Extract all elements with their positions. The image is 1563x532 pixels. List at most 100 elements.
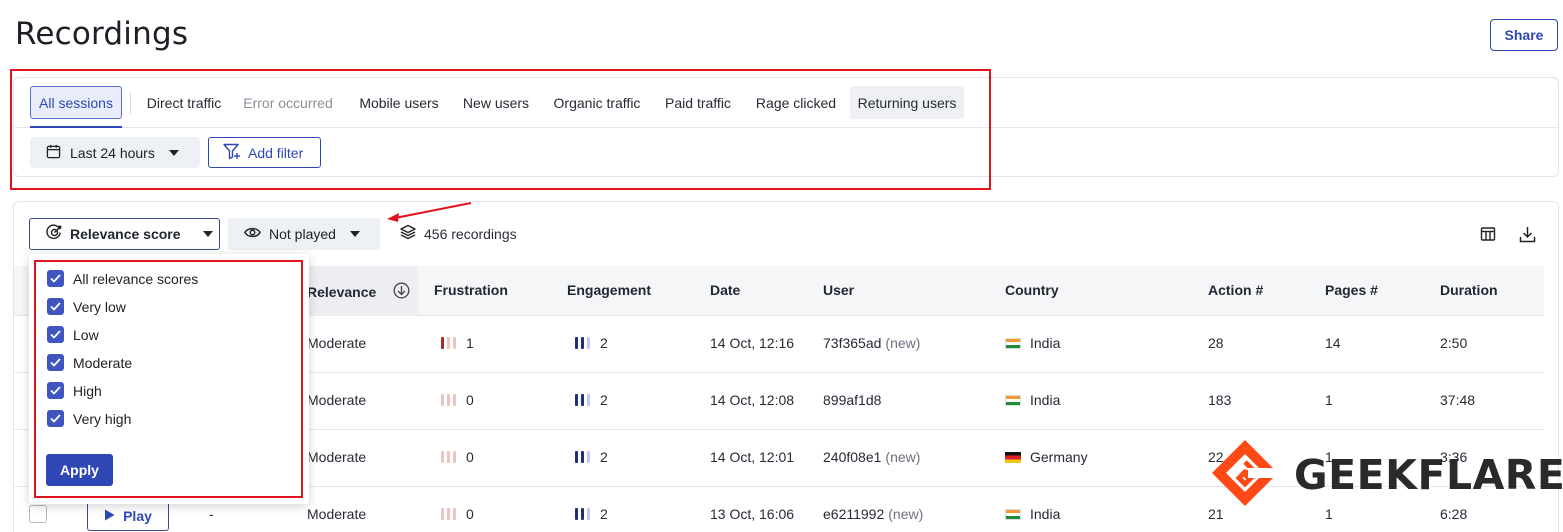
filter-panel: All sessions Direct traffic Error occurr… bbox=[13, 77, 1559, 177]
engagement-value: 2 bbox=[600, 392, 608, 408]
user-new-tag: (new) bbox=[885, 335, 921, 351]
tab-organic-traffic[interactable]: Organic traffic bbox=[546, 86, 648, 119]
cell-duration: 37:48 bbox=[1440, 392, 1476, 408]
relevance-score-label: Relevance score bbox=[70, 226, 181, 242]
download-icon[interactable] bbox=[1516, 223, 1538, 245]
cell-pages: 1 bbox=[1325, 506, 1333, 522]
caret-down-icon bbox=[168, 149, 179, 156]
germany-flag-icon bbox=[1005, 451, 1021, 463]
play-button[interactable]: Play bbox=[87, 500, 169, 531]
option-label: High bbox=[73, 382, 102, 399]
cell-date: 14 Oct, 12:16 bbox=[710, 335, 795, 351]
cell-date: 14 Oct, 12:08 bbox=[710, 392, 795, 408]
country-name: Germany bbox=[1030, 449, 1088, 465]
engagement-value: 2 bbox=[600, 449, 608, 465]
column-relevance-label: Relevance bbox=[307, 284, 377, 300]
frustration-bars-icon bbox=[441, 337, 456, 349]
option-high[interactable]: High bbox=[47, 382, 102, 399]
option-low[interactable]: Low bbox=[47, 326, 99, 343]
cell-engagement: 2 bbox=[575, 392, 608, 408]
column-user[interactable]: User bbox=[823, 282, 854, 298]
checkbox-checked-icon[interactable] bbox=[47, 298, 64, 315]
tab-returning-users[interactable]: Returning users bbox=[850, 86, 964, 119]
column-relevance[interactable]: Relevance bbox=[307, 282, 410, 302]
columns-icon[interactable] bbox=[1477, 223, 1499, 245]
option-label: Moderate bbox=[73, 354, 133, 371]
column-pages[interactable]: Pages # bbox=[1325, 282, 1378, 298]
india-flag-icon bbox=[1005, 337, 1021, 349]
tab-paid-traffic[interactable]: Paid traffic bbox=[658, 86, 738, 119]
cell-duration: 6:28 bbox=[1440, 506, 1468, 522]
checkbox-checked-icon[interactable] bbox=[47, 382, 64, 399]
option-all-relevance-scores[interactable]: All relevance scores bbox=[47, 270, 198, 287]
recordings-count-label: 456 recordings bbox=[424, 225, 517, 242]
option-moderate[interactable]: Moderate bbox=[47, 354, 132, 371]
tab-direct-traffic[interactable]: Direct traffic bbox=[140, 86, 228, 119]
column-date[interactable]: Date bbox=[710, 282, 740, 298]
cell-actions: 22 bbox=[1208, 449, 1224, 465]
cell-pages: 1 bbox=[1325, 392, 1333, 408]
column-duration[interactable]: Duration bbox=[1440, 282, 1498, 298]
cell-pages: 14 bbox=[1325, 335, 1341, 351]
column-actions[interactable]: Action # bbox=[1208, 282, 1263, 298]
cell-pages: 1 bbox=[1325, 449, 1333, 465]
checkbox-checked-icon[interactable] bbox=[47, 354, 64, 371]
tab-rage-clicked[interactable]: Rage clicked bbox=[748, 86, 844, 119]
cell-user[interactable]: 240f08e1 (new) bbox=[823, 449, 920, 465]
tab-mobile-users[interactable]: Mobile users bbox=[352, 86, 446, 119]
option-label: Low bbox=[73, 326, 99, 343]
sort-down-icon[interactable] bbox=[393, 282, 410, 302]
cell-frustration: 0 bbox=[441, 449, 474, 465]
page-title: Recordings bbox=[15, 16, 189, 52]
tab-divider bbox=[130, 92, 131, 114]
relevance-target-icon bbox=[46, 224, 70, 244]
cell-actions: 21 bbox=[1208, 506, 1224, 522]
frustration-bars-icon bbox=[441, 508, 456, 520]
add-filter-button[interactable]: Add filter bbox=[208, 137, 321, 168]
checkbox-checked-icon[interactable] bbox=[47, 270, 64, 287]
tab-error-occurred[interactable]: Error occurred bbox=[240, 86, 336, 119]
cell-user[interactable]: 899af1d8 bbox=[823, 392, 881, 408]
date-range-label: Last 24 hours bbox=[70, 144, 155, 161]
country-name: India bbox=[1030, 392, 1061, 408]
tab-all-sessions[interactable]: All sessions bbox=[30, 86, 122, 128]
frustration-value: 0 bbox=[466, 449, 474, 465]
option-label: Very low bbox=[73, 298, 126, 315]
frustration-value: 0 bbox=[466, 392, 474, 408]
user-id: e6211992 bbox=[823, 506, 885, 522]
engagement-bars-icon bbox=[575, 337, 590, 349]
cell-actions: 28 bbox=[1208, 335, 1224, 351]
frustration-bars-icon bbox=[441, 394, 456, 406]
caret-down-icon bbox=[349, 231, 360, 237]
column-country[interactable]: Country bbox=[1005, 282, 1059, 298]
add-filter-label: Add filter bbox=[248, 144, 304, 161]
row-checkbox[interactable] bbox=[29, 505, 47, 523]
frustration-bars-icon bbox=[441, 451, 456, 463]
user-id: 899af1d8 bbox=[823, 392, 882, 408]
cell-country: India bbox=[1005, 392, 1060, 408]
frustration-value: 1 bbox=[466, 335, 474, 351]
option-very-high[interactable]: Very high bbox=[47, 410, 131, 427]
played-status-dropdown[interactable]: Not played bbox=[228, 218, 380, 250]
date-range-dropdown[interactable]: Last 24 hours bbox=[30, 137, 200, 168]
tab-new-users[interactable]: New users bbox=[456, 86, 536, 119]
checkbox-checked-icon[interactable] bbox=[47, 326, 64, 343]
cell-duration: 2:50 bbox=[1440, 335, 1468, 351]
cell-duration: 3:36 bbox=[1440, 449, 1468, 465]
cell-country: India bbox=[1005, 506, 1060, 522]
india-flag-icon bbox=[1005, 508, 1021, 520]
apply-button[interactable]: Apply bbox=[46, 454, 113, 486]
column-engagement[interactable]: Engagement bbox=[567, 282, 651, 298]
cell-user[interactable]: e6211992 (new) bbox=[823, 506, 923, 522]
cell-country: Germany bbox=[1005, 449, 1088, 465]
country-name: India bbox=[1030, 506, 1061, 522]
cell-frustration: 0 bbox=[441, 392, 474, 408]
relevance-score-dropdown[interactable]: Relevance score bbox=[29, 218, 220, 250]
share-button[interactable]: Share bbox=[1490, 19, 1558, 51]
caret-down-icon bbox=[202, 231, 213, 237]
column-frustration[interactable]: Frustration bbox=[434, 282, 508, 298]
checkbox-checked-icon[interactable] bbox=[47, 410, 64, 427]
country-name: India bbox=[1030, 335, 1061, 351]
cell-user[interactable]: 73f365ad (new) bbox=[823, 335, 920, 351]
option-very-low[interactable]: Very low bbox=[47, 298, 126, 315]
